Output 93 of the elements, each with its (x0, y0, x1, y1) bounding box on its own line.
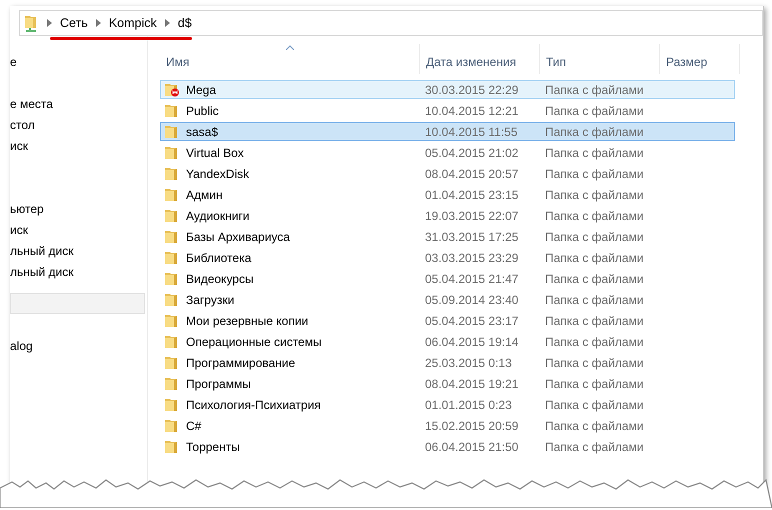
file-row[interactable]: Программирование 25.03.2015 0:13 Папка с файлами (160, 353, 735, 372)
file-row[interactable]: Мои резервные копии 05.04.2015 23:17 Папка с файлами (160, 311, 735, 330)
file-type: Папка с файлами (544, 398, 645, 412)
file-row[interactable]: Видеокурсы 05.04.2015 21:47 Папка с файлами (160, 269, 735, 288)
file-name: Мои резервные копии (186, 314, 308, 328)
column-header[interactable]: Имя (160, 44, 420, 74)
file-type: Папка с файлами (544, 230, 645, 244)
file-name: Программы (186, 376, 251, 390)
file-name: Virtual Box (186, 146, 244, 160)
file-row[interactable]: Загрузки 05.09.2014 23:40 Папка с файлами (160, 290, 735, 309)
file-type: Папка с файлами (544, 208, 645, 222)
column-header[interactable]: Тип (540, 44, 660, 74)
file-row[interactable]: Библиотека 03.03.2015 23:29 Папка с файлами (160, 248, 735, 267)
file-name: Психология-Психиатрия (186, 398, 321, 412)
date-modified: 15.02.2015 20:59 (424, 418, 520, 432)
file-row[interactable]: Психология-Психиатрия 01.01.2015 0:23 Папка с файлами (160, 395, 735, 414)
date-modified: 08.04.2015 20:57 (424, 166, 520, 180)
file-row[interactable]: Аудиокниги 19.03.2015 22:07 Папка с файлами (160, 206, 735, 225)
date-modified: 03.03.2015 23:29 (424, 250, 520, 264)
date-modified: 19.03.2015 22:07 (424, 208, 520, 222)
file-row[interactable]: Public 10.04.2015 12:21 Папка с файлами (160, 101, 735, 120)
file-name: Аудиокниги (186, 208, 250, 222)
file-row[interactable]: C# 15.02.2015 20:59 Папка с файлами (160, 416, 735, 435)
date-modified: 05.09.2014 23:40 (424, 292, 520, 306)
file-name: Видеокурсы (186, 272, 254, 286)
chevron-right-icon (164, 19, 170, 27)
file-row[interactable]: Админ 01.04.2015 23:15 Папка с файлами (160, 185, 735, 204)
date-modified: 10.04.2015 12:21 (424, 104, 520, 118)
date-modified: 10.04.2015 11:55 (424, 124, 519, 138)
file-type: Папка с файлами (544, 104, 645, 118)
file-type: Папка с файлами (544, 314, 645, 328)
file-name: Базы Архивариуса (186, 230, 290, 244)
nav-item[interactable]: иск (10, 136, 147, 157)
file-row[interactable]: Базы Архивариуса 31.03.2015 17:25 Папка с файлами (160, 227, 735, 246)
date-modified: 05.04.2015 21:02 (424, 146, 520, 160)
file-type: Папка с файлами (544, 82, 645, 96)
network-folder-icon (23, 14, 39, 32)
nav-item[interactable]: стол (10, 115, 147, 136)
date-modified: 31.03.2015 17:25 (424, 230, 520, 244)
file-name: Торренты (186, 440, 240, 454)
file-name: YandexDisk (186, 166, 250, 180)
nav-item[interactable]: иск (10, 220, 147, 241)
file-row[interactable]: sasa$ 10.04.2015 11:55 Папка с файлами (160, 122, 735, 141)
date-modified: 25.03.2015 0:13 (424, 356, 513, 370)
date-modified: 05.04.2015 21:47 (424, 272, 520, 286)
breadcrumb-link[interactable]: d$ (178, 16, 192, 30)
column-header[interactable]: Дата изменения (420, 44, 540, 74)
chevron-right-icon (47, 19, 52, 27)
file-type: Папка с файлами (544, 166, 645, 180)
file-name: sasa$ (186, 124, 218, 138)
file-name: C# (186, 418, 202, 432)
nav-item[interactable]: е места (10, 94, 147, 115)
file-name: Загрузки (186, 292, 234, 306)
nav-item[interactable]: ьютер (10, 199, 147, 220)
file-type: Папка с файлами (544, 250, 645, 264)
file-row[interactable]: Программы 08.04.2015 19:21 Папка с файлами (160, 374, 735, 393)
file-name: Библиотека (186, 250, 252, 264)
file-name: Программирование (186, 356, 296, 370)
file-row[interactable]: YandexDisk 08.04.2015 20:57 Папка с файлами (160, 164, 735, 183)
file-type: Папка с файлами (544, 376, 645, 390)
file-type: Папка с файлами (544, 124, 645, 138)
file-row[interactable]: Mega 30.03.2015 22:29 Папка с файлами (160, 80, 735, 99)
file-type: Папка с файлами (544, 146, 645, 160)
file-name: Mega (186, 82, 216, 96)
date-modified: 01.01.2015 0:23 (424, 398, 513, 412)
breadcrumb-link[interactable]: Kompick (108, 16, 157, 30)
file-name: Операционные системы (186, 334, 322, 348)
file-name: Public (186, 104, 219, 118)
file-type: Папка с файлами (544, 418, 645, 432)
nav-item[interactable]: alog (10, 336, 147, 357)
date-modified: 05.04.2015 23:17 (424, 314, 520, 328)
date-modified: 08.04.2015 19:21 (424, 376, 520, 390)
nav-item[interactable]: льный диск (10, 262, 147, 283)
file-type: Папка с файлами (544, 356, 645, 370)
file-type: Папка с файлами (544, 440, 645, 454)
file-type: Папка с файлами (544, 292, 645, 306)
file-row[interactable]: Торренты 06.04.2015 21:50 Папка с файлами (160, 437, 735, 456)
file-name: Админ (186, 188, 223, 202)
file-type: Папка с файлами (544, 272, 645, 286)
date-modified: 30.03.2015 22:29 (424, 82, 520, 96)
file-type: Папка с файлами (544, 334, 645, 348)
file-row[interactable]: Операционные системы 06.04.2015 19:14 Папка с файлами (160, 332, 735, 351)
breadcrumb-link[interactable]: Сеть (60, 16, 88, 30)
nav-item[interactable]: льный диск (10, 241, 147, 262)
column-header[interactable]: Размер (660, 44, 740, 74)
date-modified: 01.04.2015 23:15 (424, 188, 520, 202)
address-bar[interactable]: Сеть Kompick d$ (19, 10, 763, 36)
nav-item[interactable]: е (10, 52, 147, 73)
file-type: Папка с файлами (544, 188, 645, 202)
date-modified: 06.04.2015 21:50 (424, 440, 520, 454)
chevron-right-icon (96, 19, 101, 27)
file-row[interactable]: Virtual Box 05.04.2015 21:02 Папка с файлами (160, 143, 735, 162)
date-modified: 06.04.2015 19:14 (424, 334, 520, 348)
